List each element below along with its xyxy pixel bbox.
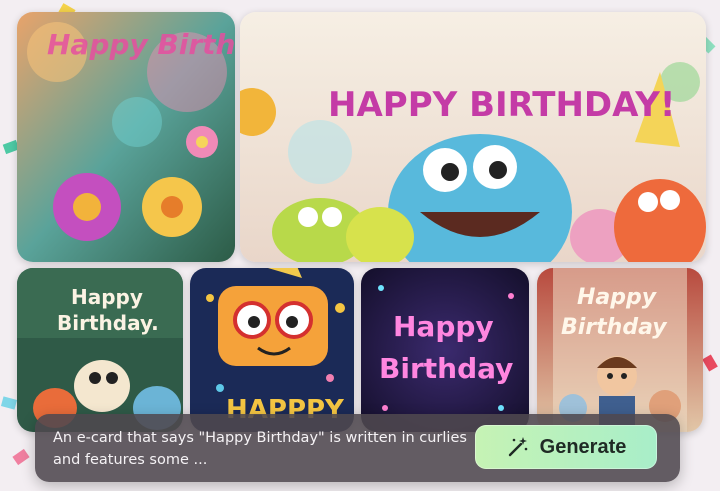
prompt-bar: An e-card that says "Happy Birthday" is … xyxy=(35,414,680,482)
boy-illustration: Happy Birthday xyxy=(537,268,703,432)
generate-button-label: Generate xyxy=(539,435,627,458)
birds-illustration: Happy Birthday. xyxy=(17,268,183,432)
ecard-thumbnail-boy[interactable]: Happy Birthday xyxy=(537,268,703,432)
character-illustration: HAPPPY xyxy=(190,268,354,432)
card-title: Happy Birthday xyxy=(47,28,235,61)
generate-button[interactable]: Generate xyxy=(475,425,657,469)
card-title-line2: Birthday xyxy=(561,315,668,340)
magic-wand-icon xyxy=(508,437,527,457)
ecard-thumbnail-character[interactable]: HAPPPY xyxy=(190,268,354,432)
card-title-line1: Happy xyxy=(577,285,658,310)
confetti-piece xyxy=(12,448,30,466)
ecard-thumbnail-flowers[interactable]: Happy Birthday xyxy=(17,12,235,262)
card-title-line1: Happy xyxy=(71,285,143,309)
ecard-thumbnail-birds[interactable]: Happy Birthday. xyxy=(17,268,183,432)
neon-illustration: Happy Birthday xyxy=(361,268,529,432)
card-title-line2: Birthday. xyxy=(57,311,159,335)
monsters-illustration: HAPPY BIRTHDAY! xyxy=(240,12,706,262)
confetti-piece xyxy=(702,354,718,372)
prompt-text[interactable]: An e-card that says "Happy Birthday" is … xyxy=(53,427,473,471)
card-title-line2: Birthday xyxy=(379,352,513,385)
ecard-thumbnail-monsters[interactable]: HAPPY BIRTHDAY! xyxy=(240,12,706,262)
confetti-piece xyxy=(0,396,18,410)
flowers-illustration: Happy Birthday xyxy=(17,12,235,262)
card-title: HAPPY BIRTHDAY! xyxy=(328,85,675,125)
ecard-thumbnail-neon[interactable]: Happy Birthday xyxy=(361,268,529,432)
card-title-line1: Happy xyxy=(393,310,494,343)
